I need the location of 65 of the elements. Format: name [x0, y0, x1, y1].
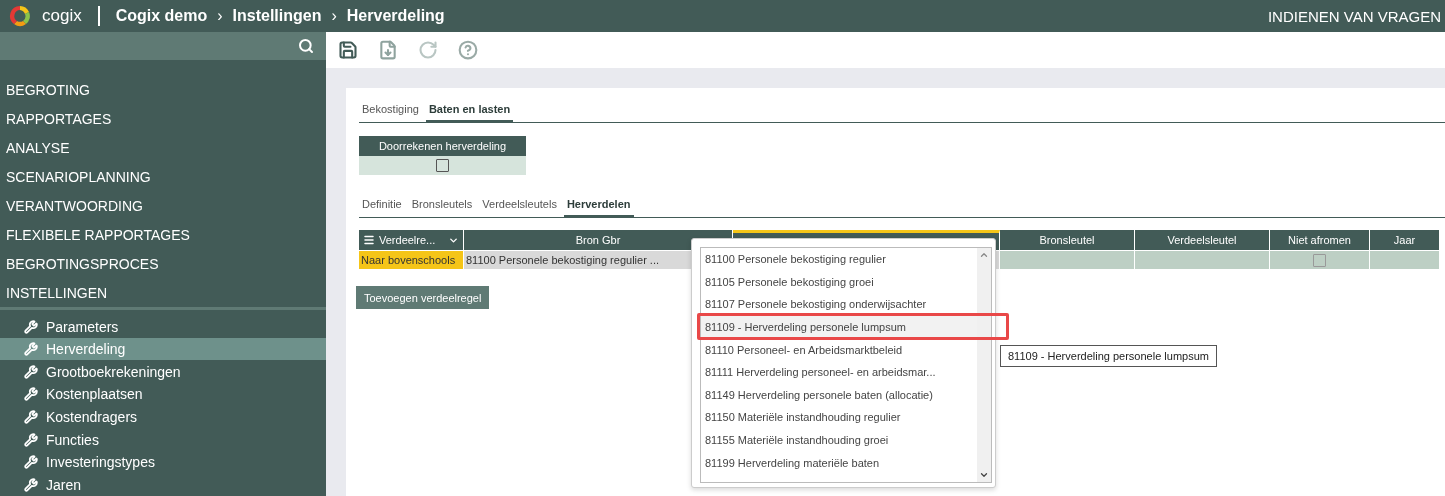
breadcrumb-link[interactable]: Instellingen — [232, 7, 322, 25]
column-header: Doorrekenen herverdeling — [359, 136, 526, 156]
sidebar-item-label: Herverdeling — [46, 341, 126, 358]
sidebar-section[interactable]: RAPPORTAGES — [0, 104, 326, 134]
breadcrumb-separator: › — [217, 7, 223, 25]
sidebar-item[interactable]: Functies — [0, 428, 326, 451]
sidebar-item-label: Parameters — [46, 318, 119, 335]
wrench-icon — [24, 455, 38, 470]
column-header[interactable]: Bron Gbr — [464, 230, 733, 250]
column-header[interactable]: Bronsleutel — [1000, 230, 1135, 250]
sidebar-section[interactable]: VERANTWOORDING — [0, 191, 326, 221]
checkbox[interactable] — [436, 159, 449, 172]
sidebar-section[interactable]: BEGROTING — [0, 75, 326, 105]
wrench-icon — [24, 387, 38, 402]
tab[interactable]: Definitie — [359, 195, 405, 218]
add-rule-button[interactable]: Toevoegen verdeelregel — [356, 286, 490, 309]
sidebar-item[interactable]: Kostenplaatsen — [0, 383, 326, 406]
column-header[interactable]: Jaar — [1370, 230, 1440, 250]
wrench-icon — [24, 477, 38, 492]
sidebar-item-label: Functies — [46, 431, 99, 448]
help-icon[interactable] — [458, 40, 478, 60]
wrench-icon — [24, 342, 38, 357]
breadcrumb-separator: › — [331, 7, 337, 25]
sidebar-item[interactable]: Jaren — [0, 473, 326, 496]
column-header[interactable]: Verdeelre... — [359, 230, 464, 250]
scrollbar[interactable] — [977, 248, 991, 482]
tab[interactable]: Baten en lasten — [425, 100, 514, 123]
column-header[interactable]: Verdeelsleutel — [1135, 230, 1270, 250]
wrench-icon — [24, 364, 38, 379]
tab[interactable]: Verdeelsleutels — [479, 195, 560, 218]
sidebar-section[interactable]: SCENARIOPLANNING — [0, 162, 326, 192]
table-cell: Naar bovenschools — [359, 250, 464, 269]
tooltip: 81109 - Herverdeling personele lumpsum — [1000, 345, 1217, 367]
save-icon[interactable] — [338, 40, 358, 60]
checkbox[interactable] — [1313, 253, 1326, 267]
search-icon[interactable] — [298, 38, 314, 55]
sidebar-item-label: Kostenplaatsen — [46, 386, 143, 403]
tab[interactable]: Herverdelen — [563, 195, 634, 218]
wrench-icon — [24, 319, 38, 334]
scroll-down-icon[interactable] — [979, 470, 989, 480]
sidebar-item-label: Jaren — [46, 476, 82, 493]
header-menu-link[interactable]: INDIENEN VAN VRAGEN — [1267, 7, 1441, 25]
wrench-icon — [24, 432, 38, 447]
sidebar-section[interactable]: ANALYSE — [0, 133, 326, 163]
wrench-icon — [24, 409, 38, 424]
logo-text: cogix — [42, 6, 82, 26]
sidebar-section[interactable]: INSTELLINGEN — [0, 278, 326, 308]
sidebar-section[interactable]: FLEXIBELE RAPPORTAGES — [0, 220, 326, 250]
download-icon[interactable] — [378, 40, 398, 60]
sidebar-item[interactable]: Grootboekrekeningen — [0, 360, 326, 384]
sidebar-section[interactable]: BEGROTINGSPROCES — [0, 249, 326, 279]
tab[interactable]: Bronsleutels — [408, 195, 476, 218]
sidebar-item[interactable]: Kostendragers — [0, 405, 326, 429]
logo-icon — [8, 4, 32, 28]
sidebar-item[interactable]: Investeringstypes — [0, 450, 326, 474]
breadcrumb-link[interactable]: Cogix demo — [115, 7, 208, 25]
scroll-up-icon[interactable] — [979, 250, 989, 260]
tab[interactable]: Bekostiging — [359, 100, 422, 123]
menu-icon[interactable] — [363, 234, 375, 246]
breadcrumb-link[interactable]: Herverdeling — [346, 7, 445, 25]
sidebar-item-label: Kostendragers — [46, 408, 138, 425]
sidebar-item-label: Grootboekrekeningen — [46, 363, 181, 380]
column-header[interactable]: Niet afromen — [1270, 230, 1370, 250]
sidebar-item[interactable]: Parameters — [0, 315, 326, 338]
sidebar-item-label: Investeringstypes — [46, 454, 155, 471]
